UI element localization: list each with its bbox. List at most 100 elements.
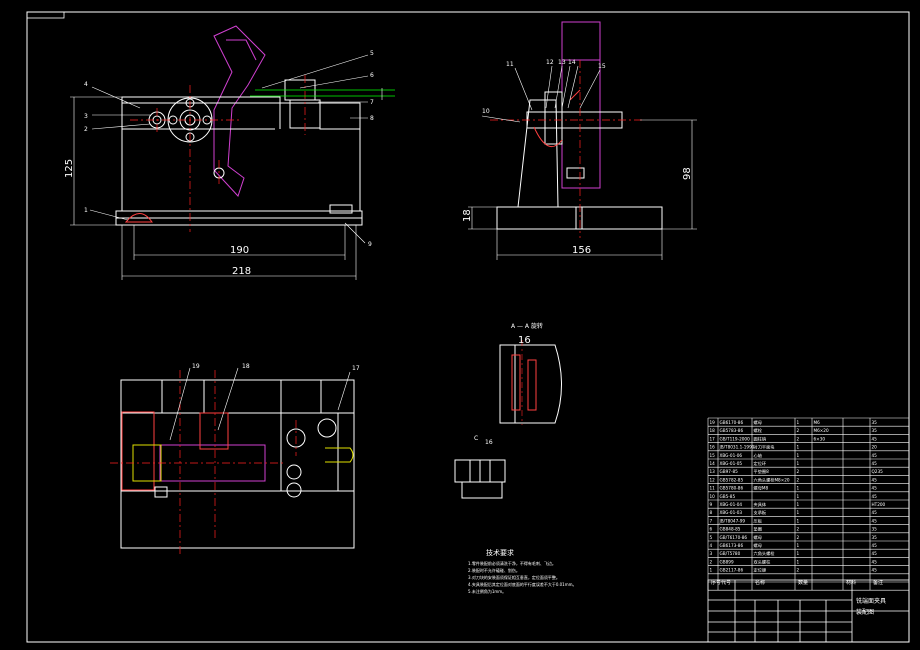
bom-cell: 1 xyxy=(797,486,800,491)
bom-cell: 6×30 xyxy=(814,436,826,441)
bom-cell: 2 xyxy=(710,559,713,564)
balloon-11: 11 xyxy=(506,61,514,68)
bom-cell: 35 xyxy=(872,535,878,540)
bom-cell: 1 xyxy=(797,461,800,466)
balloon-6: 6 xyxy=(370,72,374,79)
bom-cell: 35 xyxy=(872,420,878,425)
balloon-13: 13 xyxy=(558,59,566,66)
title-name: 铣端面夹具 xyxy=(856,597,886,605)
tech-title: 技术要求 xyxy=(486,548,514,557)
bom-cell: XBG-01-05 xyxy=(720,461,743,466)
bom-cell: 1 xyxy=(797,453,800,458)
bom-cell: 45 xyxy=(872,551,878,556)
bom-cell: XBG-01-04 xyxy=(720,502,743,507)
bom-cell: 2 xyxy=(797,428,800,433)
bom-cell: 1 xyxy=(797,551,800,556)
section-title: A — A 旋转 xyxy=(511,322,543,330)
bom-cell: 11 xyxy=(710,486,716,491)
bom-cell: GB5-85 xyxy=(720,494,736,499)
bom-cell: 六角头螺栓M8×20 xyxy=(754,476,790,483)
bom-cell: 2 xyxy=(797,527,800,532)
bom-cell: GB6173-86 xyxy=(720,543,744,548)
bom-cell: 垫圈 xyxy=(754,526,762,533)
detail-label: C xyxy=(474,435,478,442)
bom-cell: XBG-01-06 xyxy=(720,453,743,458)
bom-cell: JB/T8047-99 xyxy=(719,518,746,523)
bom-cell: 平垫圈8 xyxy=(754,468,770,475)
bom-cell: 六角头螺栓 xyxy=(754,550,776,557)
balloon-1: 1 xyxy=(84,207,88,214)
bom-cell: 3 xyxy=(710,551,713,556)
bom-cell: 45 xyxy=(872,436,878,441)
bom-cell: 16 xyxy=(710,445,716,450)
bom-cell: 35 xyxy=(872,428,878,433)
cad-drawing: 125 190 218 4 3 2 1 5 6 7 8 9 156 98 18 … xyxy=(0,0,920,650)
bom-cell: 17 xyxy=(710,436,716,441)
bom-cell: GB5782-85 xyxy=(720,477,744,482)
balloon-19: 19 xyxy=(192,363,200,370)
bom-cell: 夹具体 xyxy=(754,501,767,508)
bom-cell: 1 xyxy=(797,559,800,564)
bom-cell: XBG-01-03 xyxy=(720,510,743,515)
bom-cell: 9 xyxy=(710,502,713,507)
tech-line-1: 1.零件装配前必须清洗干净，不得有毛刺、飞边。 xyxy=(468,560,556,566)
bom-cell: 35 xyxy=(872,527,878,532)
side-dim-width: 156 xyxy=(572,245,591,256)
bom-cell: GB97-85 xyxy=(720,469,739,474)
bom-cell: GB5780-86 xyxy=(720,486,744,491)
bom-cell: JB/T8031.1-1999 xyxy=(719,445,755,450)
balloon-2: 2 xyxy=(84,126,88,133)
side-dim-base: 18 xyxy=(462,209,473,222)
bom-cell: 支承板 xyxy=(754,509,767,516)
bom-cell: 定位键 xyxy=(754,567,767,574)
bom-cell: GB5783-86 xyxy=(720,428,744,433)
bom-cell: M6 xyxy=(814,420,821,425)
bom-cell: 压板 xyxy=(754,517,763,524)
bom-cell: 45 xyxy=(872,477,878,482)
bom-cell: 45 xyxy=(872,461,878,466)
bom-cell: 6 xyxy=(710,527,713,532)
bom-cell: 2 xyxy=(797,568,800,573)
bom-cell: 19 xyxy=(710,420,716,425)
bom-cell: 13 xyxy=(710,469,716,474)
balloon-18: 18 xyxy=(242,363,250,370)
bom-cell: 4 xyxy=(710,543,713,548)
bom-cell: 45 xyxy=(872,559,878,564)
bom-cell: 对刀平面块 xyxy=(754,444,776,451)
bom-cell: 45 xyxy=(872,486,878,491)
balloon-9: 9 xyxy=(368,241,372,248)
bom-cell: 1 xyxy=(797,420,800,425)
bom-cell: 10 xyxy=(710,494,716,499)
bom-cell: 定位环 xyxy=(754,460,767,467)
bom-cell: 14 xyxy=(710,461,716,466)
bom-cell: 2 xyxy=(797,477,800,482)
bom-cell: 15 xyxy=(710,453,716,458)
balloon-14: 14 xyxy=(568,59,576,66)
bom-cell: GB/T6170-86 xyxy=(720,535,748,540)
side-dim-height: 98 xyxy=(682,167,693,180)
bom-cell: GB/T5780 xyxy=(720,551,741,556)
bom-cell: 5 xyxy=(710,535,713,540)
bom-cell: 8 xyxy=(710,510,713,515)
balloon-8: 8 xyxy=(370,115,374,122)
front-dim-height: 125 xyxy=(64,159,75,178)
bom-cell: 2 xyxy=(797,469,800,474)
bom-cell: 1 xyxy=(797,510,800,515)
balloon-12: 12 xyxy=(546,59,554,66)
bom-cell: 螺母 xyxy=(754,534,762,541)
bom-cell: 45 xyxy=(872,568,878,573)
bom-cell: 螺母M8 xyxy=(754,485,769,492)
balloon-4: 4 xyxy=(84,81,88,88)
bom-cell: 圆柱销 xyxy=(754,435,767,442)
bom-cell: 20 xyxy=(872,445,878,450)
tech-line-3: 3.对刀块的安装面须保证相互垂直，定位面须平整。 xyxy=(468,574,560,580)
bom-cell: GB6170-86 xyxy=(720,420,744,425)
bom-cell: 1 xyxy=(797,502,800,507)
balloon-5: 5 xyxy=(370,50,374,57)
bom-cell: 2 xyxy=(797,535,800,540)
tech-line-5: 5.未注倒角为1mm。 xyxy=(468,588,506,594)
title-subtitle: 装配图 xyxy=(856,608,874,616)
bom-cell: 1 xyxy=(797,543,800,548)
bom-cell: 1 xyxy=(797,494,800,499)
bom-cell: 45 xyxy=(872,510,878,515)
